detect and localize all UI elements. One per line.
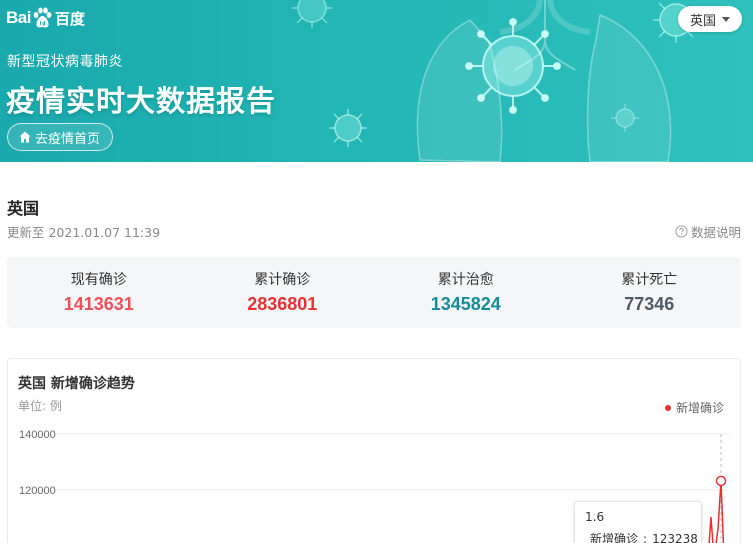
home-icon [19, 131, 31, 143]
y-tick-140000: 140000 [19, 429, 56, 441]
stat-label: 现有确诊 [70, 272, 127, 288]
tooltip-row: 新增确诊: 123238 [585, 530, 698, 543]
update-time: 更新至 2021.01.07 11:39 [7, 225, 161, 240]
series-point-1.6 [715, 475, 727, 487]
legend-dot-new-confirmed [664, 404, 671, 411]
tooltip-colon: : [643, 531, 648, 543]
go-home-button[interactable]: 去疫情首页 [7, 123, 114, 151]
data-note-link[interactable]: 数据说明 [675, 222, 741, 241]
chart-title: 英国 新增确诊趋势 [18, 376, 135, 392]
stat-value: 2836801 [247, 294, 318, 314]
region-name: 英国 [7, 199, 40, 218]
stat-value: 77346 [624, 294, 675, 314]
logo-text-chinese: 百度 [54, 9, 85, 28]
chart-unit: 单位: 例 [18, 399, 62, 413]
question-circle-icon [675, 225, 688, 238]
header-banner: Bai 百度 新型冠状病毒肺炎 疫情实时大数据报告 去疫情首页 英国 [0, 0, 753, 162]
chart-legend[interactable]: 新增确诊 [664, 399, 724, 416]
trend-chart-card: 140000 120000 英国 新增确诊趋势 单位: 例 新增确诊 1.6 新… [7, 358, 741, 543]
data-note-label: 数据说明 [690, 225, 741, 240]
baidu-logo[interactable]: Bai 百度 [6, 5, 85, 31]
chart-tooltip: 1.6 新增确诊: 123238 [574, 501, 702, 543]
stat-item: 累计死亡 77346 [558, 257, 742, 328]
tooltip-label: 新增确诊 [590, 532, 639, 543]
series-new-confirmed [708, 475, 727, 543]
stat-item: 累计确诊 2836801 [191, 257, 375, 328]
tooltip-x-value: 1.6 [585, 510, 605, 524]
stat-label: 累计确诊 [254, 272, 311, 288]
legend-label: 新增确诊 [675, 401, 724, 415]
stat-item: 累计治愈 1345824 [374, 257, 558, 328]
baidu-paw-icon [33, 7, 52, 28]
logo-text-prefix: Bai [6, 8, 31, 27]
page-title: 疫情实时大数据报告 [6, 84, 277, 118]
y-tick-120000: 120000 [19, 485, 56, 497]
stat-label: 累计治愈 [437, 272, 494, 288]
stat-label: 累计死亡 [621, 272, 678, 288]
country-selector[interactable]: 英国 [678, 6, 742, 32]
stats-panel: 现有确诊 1413631 累计确诊 2836801 累计治愈 1345824 累计死亡 773… [7, 257, 741, 328]
stat-value: 1345824 [430, 294, 501, 314]
go-home-label: 去疫情首页 [35, 131, 101, 147]
tooltip-value: 123238 [652, 531, 698, 543]
stat-value: 1413631 [63, 294, 134, 314]
caret-down-icon [722, 16, 730, 22]
stat-item: 现有确诊 1413631 [7, 257, 191, 328]
country-selector-value: 英国 [689, 13, 716, 29]
banner-subtitle: 新型冠状病毒肺炎 [7, 54, 123, 70]
